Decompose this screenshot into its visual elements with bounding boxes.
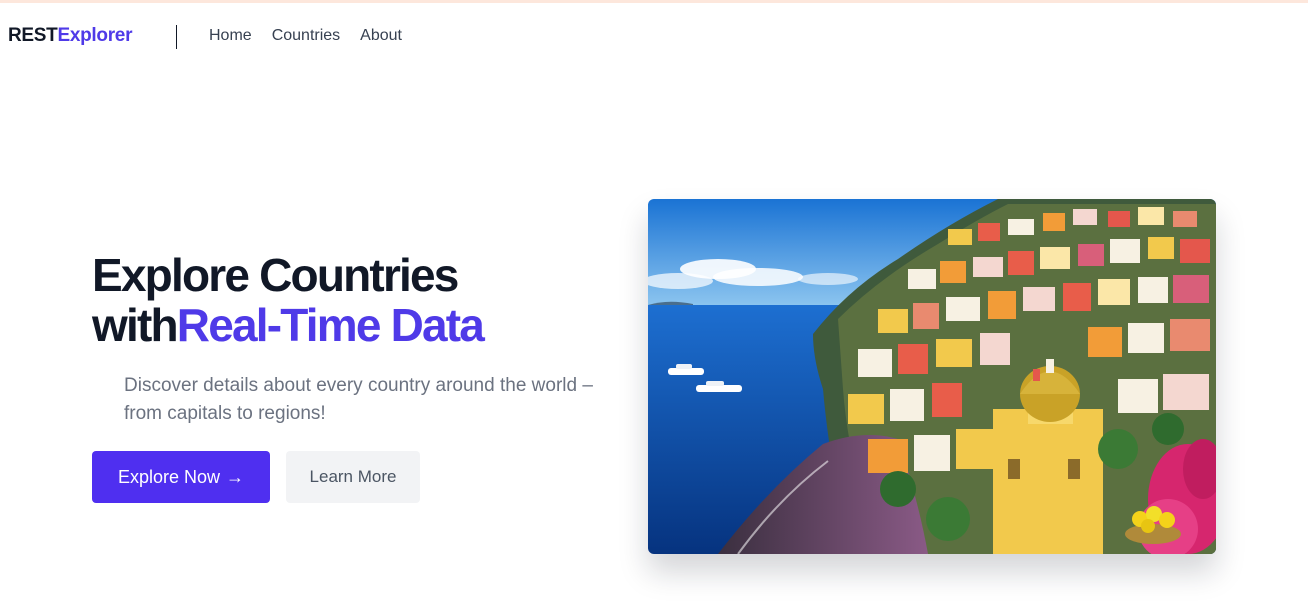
- brand-logo[interactable]: RESTExplorer: [8, 25, 132, 47]
- nav-links: Home Countries About: [209, 27, 402, 45]
- explore-now-label: Explore Now: [117, 466, 221, 487]
- explore-now-button[interactable]: Explore Now →: [92, 451, 270, 503]
- arrow-right-icon: →: [226, 466, 245, 487]
- learn-more-button[interactable]: Learn More: [286, 451, 420, 503]
- coastal-village-illustration: [648, 199, 1216, 554]
- hero-title-line1: Explore Countries: [92, 249, 459, 301]
- brand-name-part1: REST: [8, 25, 58, 46]
- navbar: RESTExplorer Home Countries About: [0, 3, 1308, 69]
- hero-image: [648, 199, 1216, 554]
- nav-link-home[interactable]: Home: [209, 27, 252, 45]
- nav-divider: [176, 25, 177, 49]
- hero-title-prefix: with: [92, 299, 179, 351]
- brand-name-part2: Explorer: [57, 25, 133, 46]
- nav-link-countries[interactable]: Countries: [272, 27, 340, 45]
- hero-title-accent: Real-Time Data: [176, 299, 485, 351]
- learn-more-label: Learn More: [309, 467, 397, 486]
- hero-subtitle: Discover details about every country aro…: [124, 375, 593, 424]
- nav-link-about[interactable]: About: [360, 27, 402, 45]
- hero-title: Explore Countries withReal-Time Data: [92, 250, 612, 350]
